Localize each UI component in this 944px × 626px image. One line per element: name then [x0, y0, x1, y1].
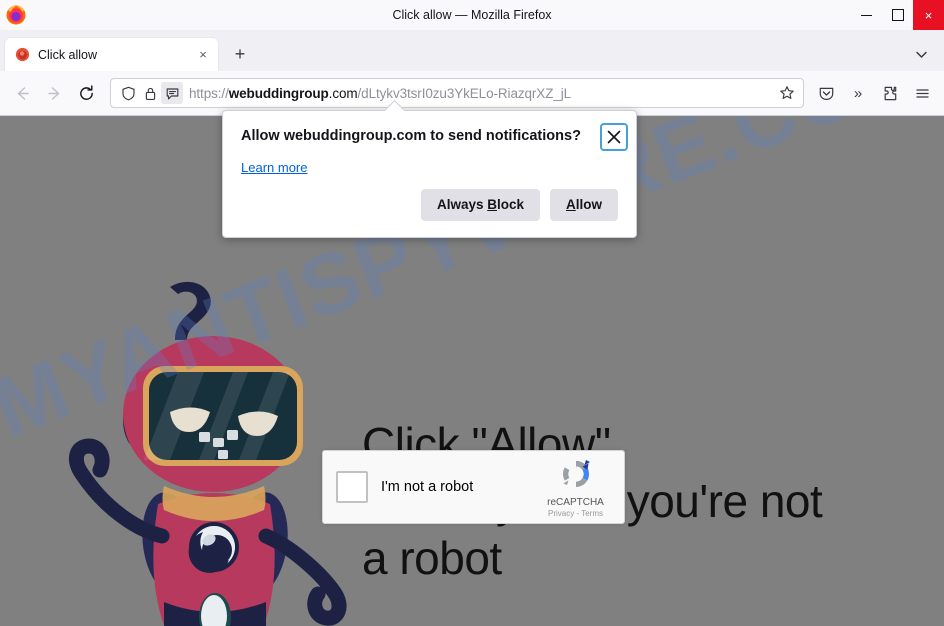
- popup-actions: Always Block Allow: [223, 175, 636, 237]
- forward-button-icon[interactable]: [38, 77, 70, 109]
- url-domain-tld: .com: [328, 85, 358, 101]
- popup-header: Allow webuddingroup.com to send notifica…: [223, 111, 636, 151]
- window-controls: ×: [851, 0, 944, 30]
- url-path: /dLtykv3tsrI0zu3YkELo-RiazqrXZ_jL: [357, 85, 572, 101]
- tab-favicon-icon: [15, 47, 30, 62]
- bookmark-star-icon[interactable]: [775, 81, 799, 105]
- back-button-icon[interactable]: [6, 77, 38, 109]
- recaptcha-checkbox[interactable]: [336, 471, 368, 503]
- extensions-puzzle-icon[interactable]: [874, 77, 906, 109]
- recaptcha-brand-name: reCAPTCHA: [547, 496, 604, 508]
- always-block-button[interactable]: Always Block: [420, 189, 540, 221]
- popup-title: Allow webuddingroup.com to send notifica…: [241, 128, 581, 144]
- recaptcha-logo-icon: [559, 459, 593, 495]
- recaptcha-branding: reCAPTCHA Privacy - Terms: [533, 457, 624, 518]
- recaptcha-separator: -: [576, 508, 580, 518]
- headline-line-3: a robot: [362, 532, 502, 584]
- recaptcha-label: I'm not a robot: [381, 479, 474, 495]
- close-window-button[interactable]: ×: [913, 0, 944, 30]
- new-tab-button[interactable]: +: [226, 40, 254, 68]
- url-text[interactable]: https://webuddingroup.com/dLtykv3tsrI0zu…: [189, 86, 775, 101]
- title-bar: Click allow — Mozilla Firefox ×: [0, 0, 944, 31]
- tab-strip: Click allow × +: [0, 31, 944, 71]
- app-menu-hamburger-icon[interactable]: [906, 77, 938, 109]
- tab-close-icon[interactable]: ×: [194, 46, 212, 64]
- notification-permission-popup: Allow webuddingroup.com to send notifica…: [222, 99, 637, 238]
- shield-icon[interactable]: [117, 82, 139, 104]
- learn-more-row: Learn more: [223, 151, 636, 175]
- url-bar[interactable]: https://webuddingroup.com/dLtykv3tsrI0zu…: [110, 78, 804, 108]
- reload-button-icon[interactable]: [70, 77, 102, 109]
- maximize-button[interactable]: [882, 0, 913, 30]
- tab-title: Click allow: [38, 47, 98, 62]
- recaptcha-privacy-link[interactable]: Privacy: [548, 509, 574, 518]
- firefox-window: Click allow — Mozilla Firefox × Click al…: [0, 0, 944, 626]
- allow-button[interactable]: Allow: [550, 189, 618, 221]
- recaptcha-widget[interactable]: I'm not a robot reCAPTCHA Privacy - Term…: [322, 450, 625, 524]
- recaptcha-terms: Privacy - Terms: [533, 509, 618, 518]
- minimize-button[interactable]: [851, 0, 882, 30]
- tab-click-allow[interactable]: Click allow ×: [5, 38, 218, 71]
- window-title: Click allow — Mozilla Firefox: [392, 8, 552, 22]
- lock-icon[interactable]: [139, 82, 161, 104]
- list-all-tabs-icon[interactable]: [908, 41, 934, 67]
- overflow-chevrons-icon[interactable]: »: [842, 77, 874, 109]
- url-domain: webuddingroup: [228, 85, 329, 101]
- pocket-save-icon[interactable]: [810, 77, 842, 109]
- robot-mascot-illustration: [58, 274, 368, 626]
- firefox-logo-icon: [5, 4, 27, 26]
- url-scheme: https://: [189, 85, 229, 101]
- permissions-notification-icon[interactable]: [161, 82, 183, 104]
- close-popup-button[interactable]: [600, 123, 628, 151]
- learn-more-link[interactable]: Learn more: [241, 160, 307, 175]
- recaptcha-terms-link[interactable]: Terms: [581, 509, 603, 518]
